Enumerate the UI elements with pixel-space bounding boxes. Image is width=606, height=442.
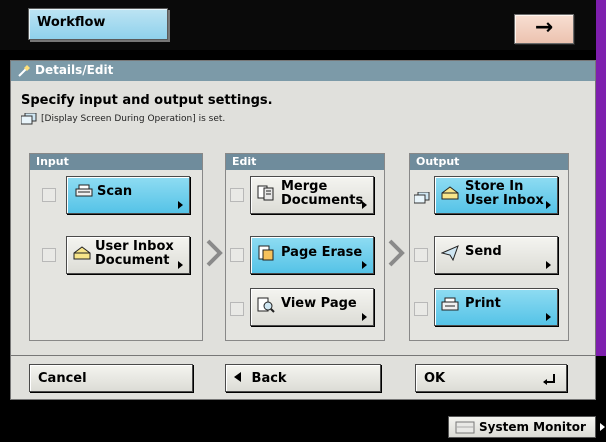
details-edit-panel: Details/Edit Specify input and output se…: [10, 60, 596, 356]
scan-label: Scan: [97, 184, 133, 199]
merge-label-1: Merge: [281, 179, 328, 194]
inbox-doc-label-2: Document: [95, 253, 170, 268]
panel-header: Details/Edit: [11, 61, 595, 81]
system-monitor-arrow-icon: [600, 423, 605, 431]
view-page-label: View Page: [281, 296, 357, 311]
view-page-button[interactable]: View Page: [250, 288, 374, 326]
store-in-user-inbox-button[interactable]: Store In User Inbox: [434, 176, 558, 214]
merge-label-2: Documents: [281, 193, 364, 208]
display-screen-icon: [21, 113, 37, 125]
workflow-tab[interactable]: Workflow: [28, 8, 168, 40]
print-checkbox[interactable]: [414, 302, 428, 316]
scan-button[interactable]: Scan: [66, 176, 190, 214]
accent-strip: [596, 0, 606, 356]
instruction-text: Specify input and output settings.: [21, 93, 273, 108]
print-button[interactable]: Print: [434, 288, 558, 326]
panel-title: Details/Edit: [35, 63, 114, 77]
store-label-1: Store In: [465, 179, 524, 194]
send-button[interactable]: Send: [434, 236, 558, 274]
inbox-icon: [73, 246, 91, 260]
system-monitor-button[interactable]: System Monitor: [448, 416, 605, 438]
print-icon: [441, 297, 459, 311]
chevron-right-icon: [388, 239, 405, 267]
page-erase-icon: [258, 245, 274, 261]
send-checkbox[interactable]: [414, 248, 428, 262]
print-arrow-icon: [546, 313, 551, 321]
enter-icon: [543, 374, 555, 385]
display-note-text: [Display Screen During Operation] is set…: [41, 114, 226, 124]
back-arrow-icon: [234, 372, 241, 382]
footer-bar: Cancel Back OK: [10, 356, 596, 400]
page-erase-checkbox[interactable]: [230, 248, 244, 262]
view-page-icon: [257, 297, 275, 313]
store-arrow-icon: [546, 201, 551, 209]
user-inbox-document-button[interactable]: User Inbox Document: [66, 236, 190, 274]
send-arrow-icon: [546, 261, 551, 269]
page-erase-arrow-icon: [362, 261, 367, 269]
scan-checkbox[interactable]: [42, 188, 56, 202]
ok-label: OK: [424, 371, 446, 386]
output-section: Output Store In User Inbox Send Print: [409, 153, 569, 341]
print-label: Print: [465, 296, 501, 311]
system-monitor-label: System Monitor: [479, 420, 586, 434]
cancel-button[interactable]: Cancel: [29, 364, 193, 392]
input-header: Input: [30, 154, 202, 170]
send-label: Send: [465, 244, 502, 259]
merge-icon: [257, 185, 274, 201]
output-header: Output: [410, 154, 568, 170]
scan-arrow-icon: [178, 201, 183, 209]
inbox-doc-checkbox[interactable]: [42, 248, 56, 262]
inbox-icon: [441, 186, 459, 200]
page-erase-label: Page Erase: [281, 245, 363, 260]
store-label-2: User Inbox: [465, 193, 544, 208]
back-label: Back: [251, 371, 287, 386]
page-erase-button[interactable]: Page Erase: [250, 236, 374, 274]
display-screen-icon: [414, 192, 430, 204]
view-page-arrow-icon: [362, 313, 367, 321]
inbox-doc-arrow-icon: [178, 261, 183, 269]
cancel-label: Cancel: [38, 371, 87, 386]
back-button[interactable]: Back: [225, 364, 381, 392]
arrow-right-button[interactable]: →: [514, 14, 574, 44]
scanner-icon: [75, 184, 93, 197]
merge-checkbox[interactable]: [230, 188, 244, 202]
inbox-doc-label-1: User Inbox: [95, 239, 174, 254]
merge-arrow-icon: [362, 201, 367, 209]
chevron-right-icon: [206, 239, 223, 267]
ok-button[interactable]: OK: [415, 364, 567, 392]
wand-icon: [18, 65, 30, 77]
display-note: [Display Screen During Operation] is set…: [21, 113, 225, 125]
input-section: Input Scan User Inbox Document: [29, 153, 203, 341]
merge-documents-button[interactable]: Merge Documents: [250, 176, 374, 214]
edit-section: Edit Merge Documents Page Erase View Pag…: [225, 153, 385, 341]
edit-header: Edit: [226, 154, 384, 170]
view-page-checkbox[interactable]: [230, 302, 244, 316]
monitor-icon: [455, 421, 475, 434]
send-icon: [441, 245, 459, 261]
